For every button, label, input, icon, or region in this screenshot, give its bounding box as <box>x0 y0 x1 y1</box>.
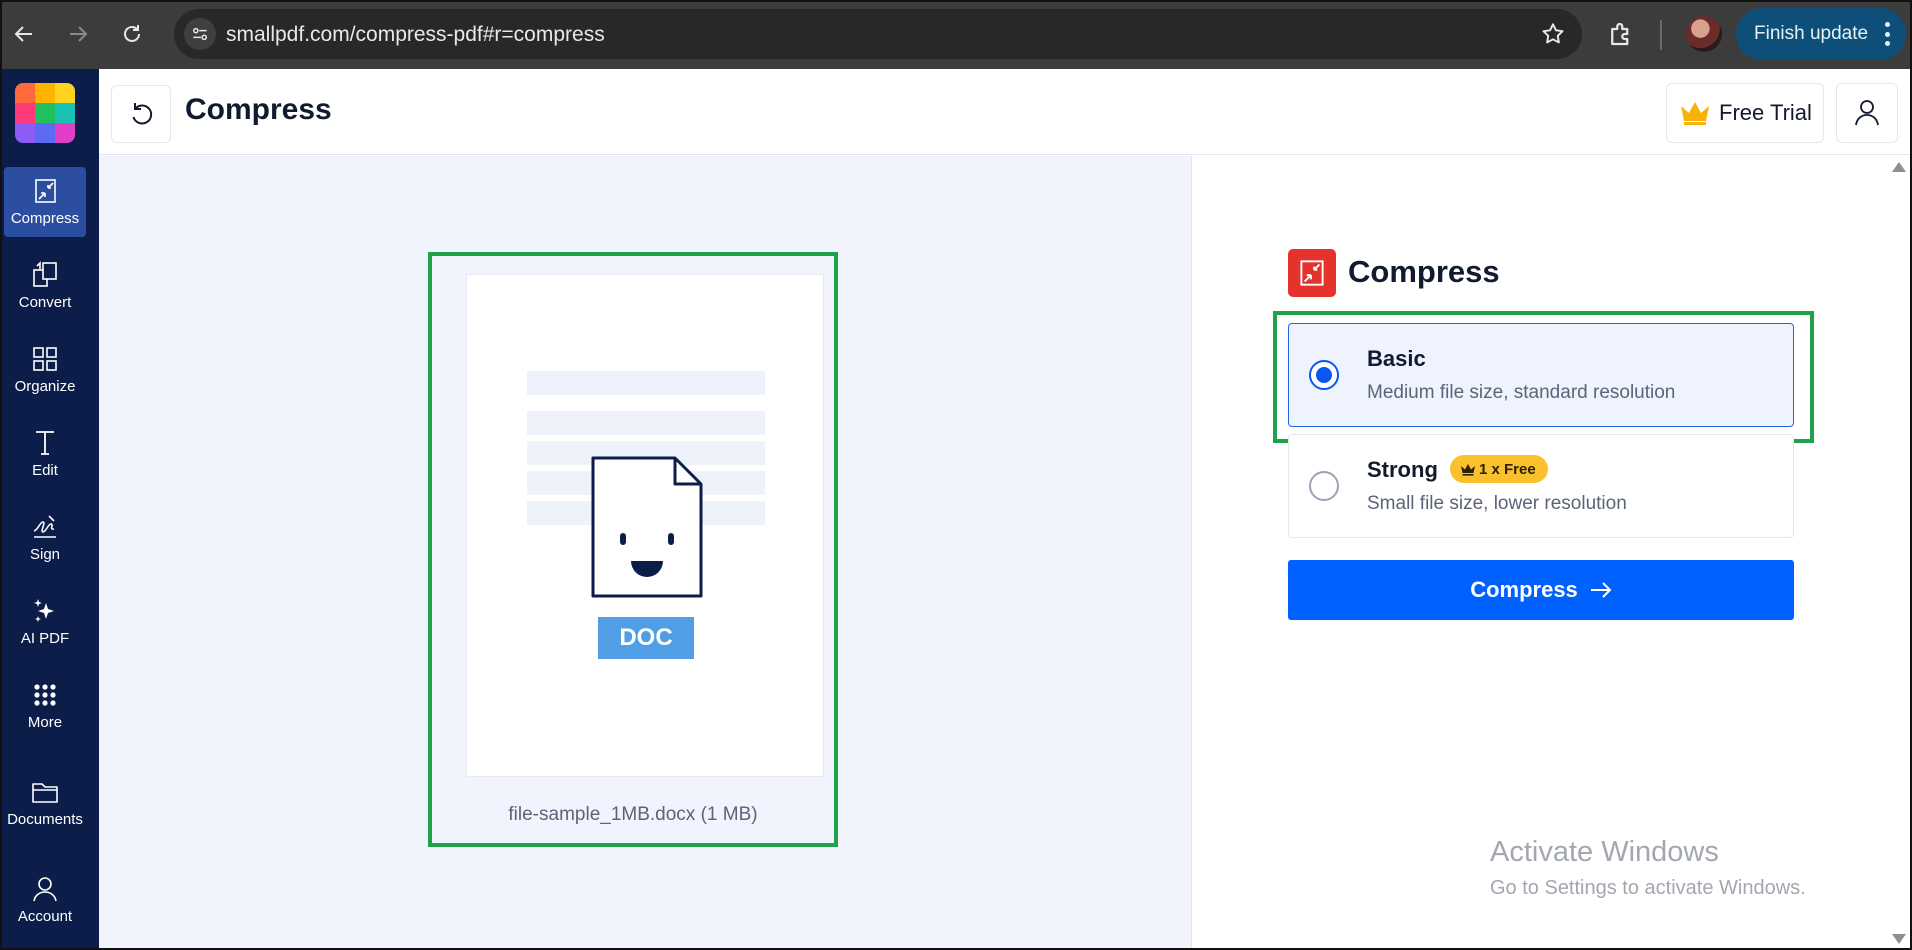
free-trial-button[interactable]: Free Trial <box>1666 83 1824 143</box>
watermark-title: Activate Windows <box>1490 836 1719 868</box>
logo-tile <box>55 123 75 143</box>
bookmark-star-icon[interactable] <box>1540 21 1566 47</box>
url-text[interactable]: smallpdf.com/compress-pdf#r=compress <box>226 23 605 47</box>
sidebar-item-label: Organize <box>14 378 76 395</box>
toolbar-divider <box>1660 20 1662 50</box>
user-icon <box>1855 100 1879 126</box>
strong-radio[interactable] <box>1309 471 1339 501</box>
watermark-subtitle: Go to Settings to activate Windows. <box>1490 877 1806 899</box>
free-badge-label: 1 x Free <box>1479 460 1536 478</box>
arrow-right-icon <box>1590 582 1612 598</box>
sidebar-item-label: Convert <box>18 294 72 311</box>
app-header: Compress Free Trial <box>99 69 1912 155</box>
windows-activation-watermark: Activate Windows Go to Settings to activ… <box>1490 836 1806 900</box>
logo-tile <box>55 83 75 103</box>
kebab-menu-icon[interactable] <box>1884 22 1890 46</box>
logo-tile <box>55 103 75 123</box>
sidebar-item-label: Documents <box>7 811 83 828</box>
sidebar-item-documents[interactable]: Documents <box>4 768 86 838</box>
header-account-button[interactable] <box>1836 83 1898 143</box>
sidebar-item-label: More <box>27 714 63 731</box>
back-arrow-icon[interactable] <box>4 14 44 54</box>
site-settings-icon[interactable] <box>184 18 216 50</box>
logo-tile <box>15 103 35 123</box>
page-title: Compress <box>185 93 332 126</box>
forward-arrow-icon[interactable] <box>58 14 98 54</box>
scroll-down-arrow-icon[interactable] <box>1892 934 1906 944</box>
undo-button[interactable] <box>111 85 171 143</box>
logo-tile <box>35 103 55 123</box>
logo-tile <box>15 123 35 143</box>
finish-update-label: Finish update <box>1754 23 1869 44</box>
compress-button-label: Compress <box>1470 577 1578 602</box>
folder-icon <box>32 783 58 803</box>
free-usage-badge: 1 x Free <box>1450 455 1548 483</box>
sidebar-item-label: Edit <box>32 462 58 479</box>
browser-toolbar: smallpdf.com/compress-pdf#r=compress Fin… <box>0 0 1912 69</box>
undo-arrow-icon <box>132 103 153 125</box>
preview-canvas: DOC file-sample_1MB.docx (1 MB) <box>99 156 1191 950</box>
compress-tool-icon <box>1288 249 1336 297</box>
sidebar-item-sign[interactable]: Sign <box>4 503 86 573</box>
more-grid-icon <box>34 684 56 706</box>
sidebar-item-edit[interactable]: Edit <box>4 419 86 489</box>
sidebar-item-label: Compress <box>10 210 80 227</box>
sidebar-item-convert[interactable]: Convert <box>4 251 86 321</box>
smallpdf-logo[interactable] <box>15 83 75 143</box>
sidebar-item-label: AI PDF <box>20 630 70 647</box>
crown-icon <box>1461 463 1475 476</box>
finish-update-button[interactable]: Finish update <box>1736 8 1906 60</box>
sidebar-item-compress[interactable]: Compress <box>4 167 86 237</box>
panel-title: Compress <box>1348 254 1500 289</box>
reload-icon[interactable] <box>112 14 152 54</box>
convert-icon <box>33 261 57 287</box>
option-strong[interactable]: Strong 1 x Free Small file size, lower r… <box>1288 434 1794 538</box>
compress-icon <box>35 179 56 203</box>
sidebar-item-account[interactable]: Account <box>4 865 86 935</box>
sidebar-item-organize[interactable]: Organize <box>4 335 86 405</box>
address-bar[interactable]: smallpdf.com/compress-pdf#r=compress <box>174 9 1582 59</box>
extensions-puzzle-icon[interactable] <box>1606 19 1636 49</box>
logo-tile <box>15 83 35 103</box>
organize-icon <box>33 347 57 371</box>
compression-options-panel: Compress Basic Medium file size, standar… <box>1191 156 1912 950</box>
left-sidebar: Compress Convert Organize Edit Sign AI P… <box>0 69 99 950</box>
sign-icon <box>33 515 56 538</box>
logo-tile <box>35 83 55 103</box>
sidebar-item-label: Sign <box>29 546 61 563</box>
free-trial-label: Free Trial <box>1719 100 1812 125</box>
crown-icon <box>1681 102 1709 125</box>
compress-button[interactable]: Compress <box>1288 560 1794 620</box>
ai-sparkle-icon <box>34 599 54 622</box>
logo-tile <box>35 123 55 143</box>
sidebar-item-ai-pdf[interactable]: AI PDF <box>4 587 86 657</box>
profile-avatar[interactable] <box>1686 16 1722 52</box>
option-title: Strong <box>1367 457 1438 482</box>
sidebar-item-label: Account <box>17 908 73 925</box>
sidebar-item-more[interactable]: More <box>4 671 86 741</box>
option-description: Small file size, lower resolution <box>1367 493 1627 514</box>
preview-highlight-box <box>428 252 838 847</box>
edit-icon <box>36 431 54 455</box>
scroll-up-arrow-icon[interactable] <box>1892 162 1906 172</box>
option-highlight-box <box>1273 311 1814 443</box>
file-name-caption: file-sample_1MB.docx (1 MB) <box>508 804 758 825</box>
account-icon <box>33 877 57 902</box>
